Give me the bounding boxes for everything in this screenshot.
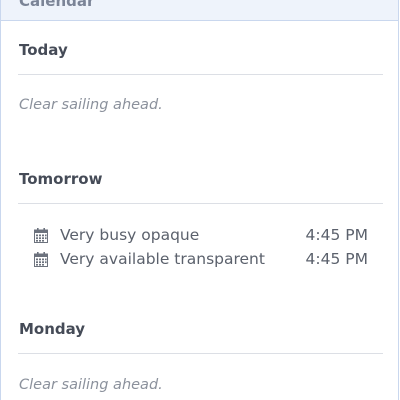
empty-message-today: Clear sailing ahead. xyxy=(19,97,163,113)
event-time: 4:45 PM xyxy=(305,250,368,268)
section-heading-monday: Monday xyxy=(19,320,86,338)
empty-message-monday: Clear sailing ahead. xyxy=(19,377,163,393)
section-heading-tomorrow: Tomorrow xyxy=(19,170,103,188)
calendar-panel: Calendar Today Clear sailing ahead. Tomo… xyxy=(0,0,399,400)
panel-header: Calendar xyxy=(1,0,398,21)
event-item-very-available-transparent[interactable]: Very available transparent 4:45 PM xyxy=(34,249,368,269)
panel-title: Calendar xyxy=(19,0,95,10)
calendar-icon xyxy=(34,251,48,267)
event-title: Very available transparent xyxy=(60,250,265,268)
section-divider xyxy=(18,74,383,75)
event-time: 4:45 PM xyxy=(305,226,368,244)
calendar-icon xyxy=(34,227,48,243)
event-item-very-busy-opaque[interactable]: Very busy opaque 4:45 PM xyxy=(34,225,368,245)
section-heading-today: Today xyxy=(19,41,68,59)
event-title: Very busy opaque xyxy=(60,226,200,244)
section-divider xyxy=(18,203,383,204)
section-divider xyxy=(18,353,383,354)
